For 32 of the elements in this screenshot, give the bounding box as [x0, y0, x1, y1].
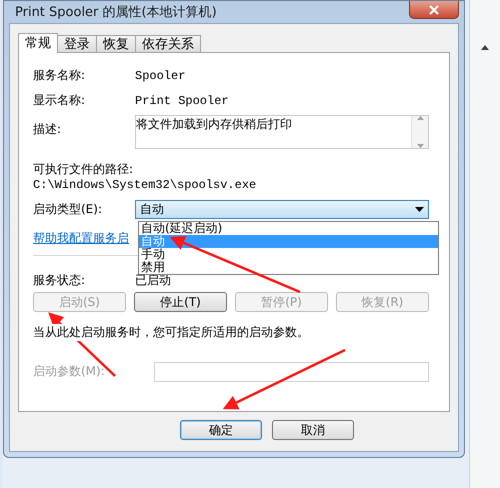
- tab[interactable]: 恢复: [96, 35, 136, 52]
- help-link[interactable]: 帮助我配置服务启: [33, 230, 129, 247]
- field-value: Spooler: [135, 68, 186, 82]
- field-label: 启动类型(E):: [33, 201, 103, 218]
- close-button[interactable]: [409, 1, 459, 19]
- field-label: 显示名称:: [33, 92, 86, 109]
- status-value: 已启动: [135, 272, 172, 288]
- field-label: 描述:: [33, 121, 62, 138]
- dropdown-option[interactable]: 手动: [139, 248, 438, 261]
- scroll-up-icon: [416, 116, 424, 120]
- dialog-button[interactable]: 确定: [180, 420, 262, 440]
- field-label: 启动参数(M):: [33, 363, 106, 380]
- startup-type-dropdown[interactable]: 自动: [135, 200, 429, 219]
- service-button[interactable]: 停止(T): [134, 292, 227, 312]
- field-label: 可执行文件的路径:: [33, 161, 134, 178]
- tab[interactable]: 登录: [57, 35, 97, 52]
- tab[interactable]: 依存关系: [135, 35, 201, 52]
- scroll-up-icon: [481, 45, 489, 50]
- dialog-button[interactable]: 取消: [272, 420, 354, 440]
- scroll-down-icon: [416, 144, 424, 148]
- path-value: C:\Windows\System32\spoolsv.exe: [33, 178, 258, 192]
- window-title: Print Spooler 的属性(本地计算机): [14, 4, 217, 21]
- dropdown-arrow-icon: [415, 207, 424, 212]
- field-value: Print Spooler: [135, 94, 230, 108]
- close-icon: [428, 4, 440, 14]
- description-field[interactable]: 将文件加载到内存供稍后打印: [135, 115, 429, 149]
- field-label: 服务名称:: [33, 67, 86, 84]
- field-label: 服务状态:: [33, 272, 86, 288]
- dropdown-option[interactable]: 禁用: [139, 261, 438, 274]
- dropdown-list[interactable]: 自动(延迟启动) 自动 手动 禁用: [138, 221, 439, 275]
- tab[interactable]: 常规: [18, 33, 58, 53]
- dropdown-option[interactable]: 自动(延迟启动): [139, 222, 438, 235]
